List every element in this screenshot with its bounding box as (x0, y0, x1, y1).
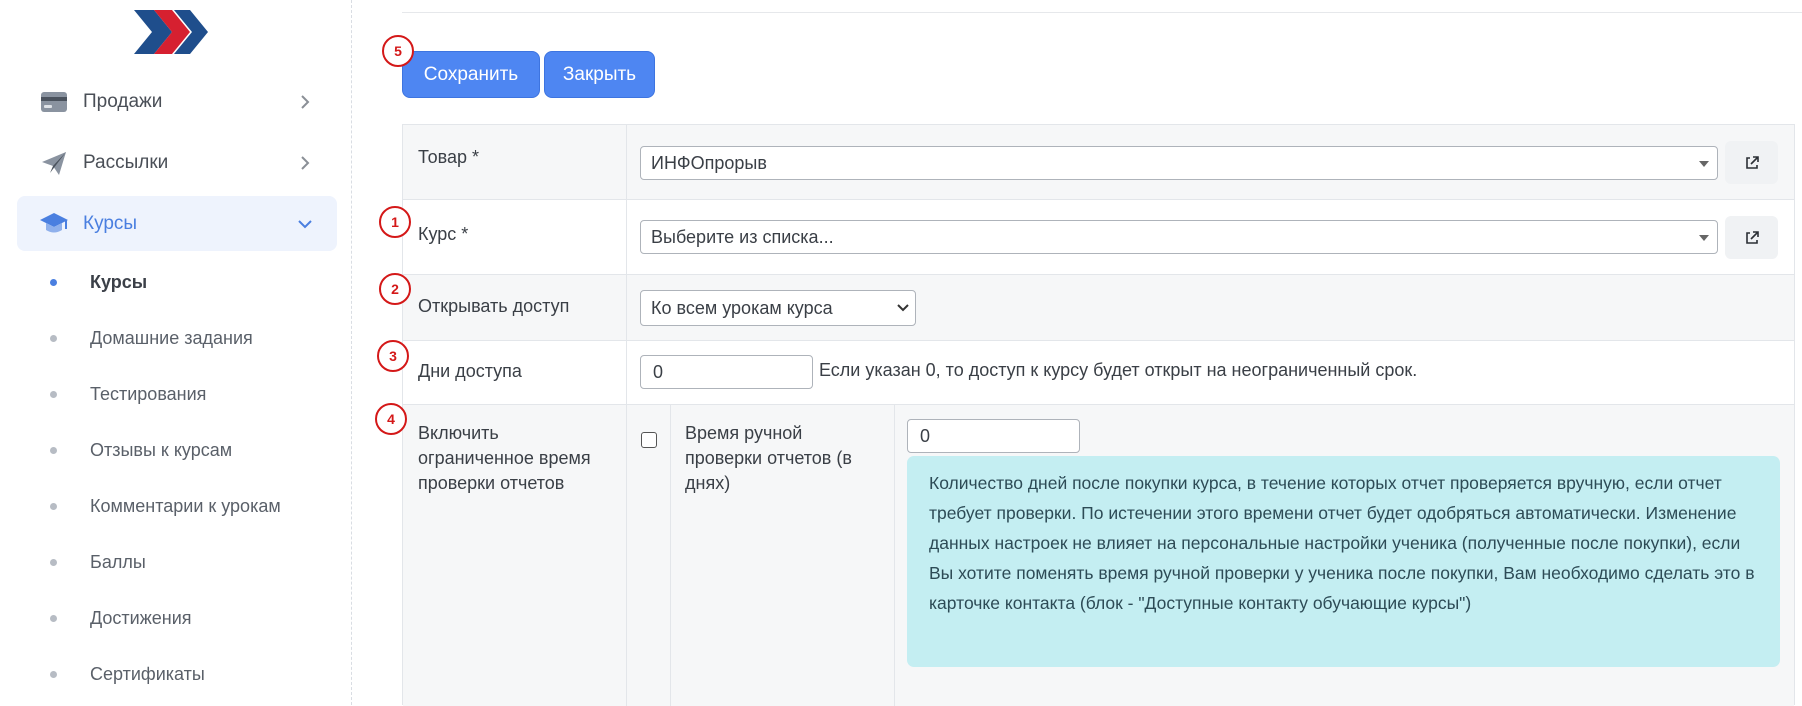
manual-check-label: Время ручной проверки отчетов (в днях) (671, 405, 895, 706)
open-product-button[interactable] (1725, 141, 1778, 184)
sidebar-subitem-certificates[interactable]: Сертификаты (17, 654, 337, 694)
sidebar-subitem-label: Сертификаты (90, 663, 205, 684)
bullet-icon (50, 334, 57, 342)
sidebar: Продажи Рассылки Курсы Курсы Домашние за… (0, 0, 352, 705)
bullet-icon (50, 390, 57, 398)
sidebar-item-sales[interactable]: Продажи (17, 74, 337, 129)
form-row-access: Открывать доступ Ко всем урокам курса (403, 275, 1794, 341)
external-link-icon (1745, 230, 1759, 244)
sidebar-subitem-label: Тестирования (90, 383, 207, 404)
marker-3: 3 (377, 340, 409, 372)
close-button[interactable]: Закрыть (544, 51, 655, 98)
bullet-icon (50, 446, 57, 454)
sidebar-item-courses[interactable]: Курсы (17, 196, 337, 251)
sidebar-subitem-label: Баллы (90, 551, 146, 572)
field-label: Включить ограниченное время проверки отч… (403, 405, 627, 706)
caret-down-icon (1699, 235, 1709, 241)
sidebar-subitem-label: Курсы (90, 271, 148, 292)
form-row-product: Товар * ИНФОпрорыв (403, 125, 1794, 200)
sidebar-subitem-courses[interactable]: Курсы (17, 262, 337, 302)
select-placeholder: Выберите из списка... (651, 226, 834, 247)
paper-plane-icon (39, 148, 69, 178)
sidebar-item-label: Рассылки (83, 151, 169, 173)
sidebar-item-label: Курсы (83, 212, 138, 234)
logo-icon (134, 10, 208, 54)
external-link-icon (1745, 155, 1759, 169)
graduation-cap-icon (39, 209, 69, 239)
bullet-icon (50, 558, 57, 566)
sidebar-subitem-reviews[interactable]: Отзывы к курсам (17, 430, 337, 470)
credit-card-icon (39, 87, 69, 117)
caret-down-icon (1699, 161, 1709, 167)
limited-check-checkbox[interactable] (641, 432, 657, 448)
bullet-icon (50, 502, 57, 510)
chevron-right-icon (295, 92, 315, 112)
days-help-text: Если указан 0, то доступ к курсу будет о… (819, 360, 1418, 380)
chevron-down-icon (897, 304, 909, 312)
info-alert: Количество дней после покупки курса, в т… (907, 456, 1780, 667)
sidebar-item-label: Продажи (83, 90, 163, 112)
sidebar-subitem-achievements[interactable]: Достижения (17, 598, 337, 638)
bullet-icon (50, 614, 57, 622)
sidebar-subitem-label: Отзывы к курсам (90, 439, 233, 460)
sidebar-subitem-label: Комментарии к урокам (90, 495, 281, 516)
sidebar-subitem-label: Достижения (90, 607, 192, 628)
divider (402, 12, 1802, 13)
bullet-icon (50, 278, 57, 286)
course-access-form: Товар * ИНФОпрорыв Курс * Выберите из сп… (402, 124, 1795, 706)
bullet-icon (50, 670, 57, 678)
sidebar-subitem-comments[interactable]: Комментарии к урокам (17, 486, 337, 526)
chevron-right-icon (295, 153, 315, 173)
field-label: Товар * (403, 125, 627, 199)
field-label: Дни доступа (403, 341, 627, 404)
marker-5: 5 (382, 35, 414, 67)
manual-check-days-input[interactable]: 0 (907, 419, 1080, 453)
field-label: Курс * (403, 200, 627, 274)
select-value: ИНФОпрорыв (651, 152, 767, 173)
access-days-input[interactable]: 0 (640, 355, 813, 389)
sidebar-subitem-tests[interactable]: Тестирования (17, 374, 337, 414)
course-select[interactable]: Выберите из списка... (640, 220, 1718, 254)
marker-2: 2 (379, 273, 411, 305)
sidebar-subitem-label: Домашние задания (90, 327, 253, 348)
form-row-days: Дни доступа 0 Если указан 0, то доступ к… (403, 341, 1794, 405)
access-select[interactable]: Ко всем урокам курса (640, 290, 916, 326)
sidebar-subitem-homework[interactable]: Домашние задания (17, 318, 337, 358)
chevron-down-icon (295, 214, 315, 234)
sidebar-subitem-points[interactable]: Баллы (17, 542, 337, 582)
marker-4: 4 (375, 403, 407, 435)
form-row-course: Курс * Выберите из списка... (403, 200, 1794, 275)
open-course-button[interactable] (1725, 216, 1778, 259)
field-label: Открывать доступ (403, 275, 627, 340)
marker-1: 1 (379, 206, 411, 238)
save-button[interactable]: Сохранить (402, 51, 540, 98)
select-value: Ко всем урокам курса (651, 297, 833, 318)
product-select[interactable]: ИНФОпрорыв (640, 146, 1718, 180)
sidebar-item-mailings[interactable]: Рассылки (17, 135, 337, 190)
checkbox-cell (627, 405, 671, 706)
